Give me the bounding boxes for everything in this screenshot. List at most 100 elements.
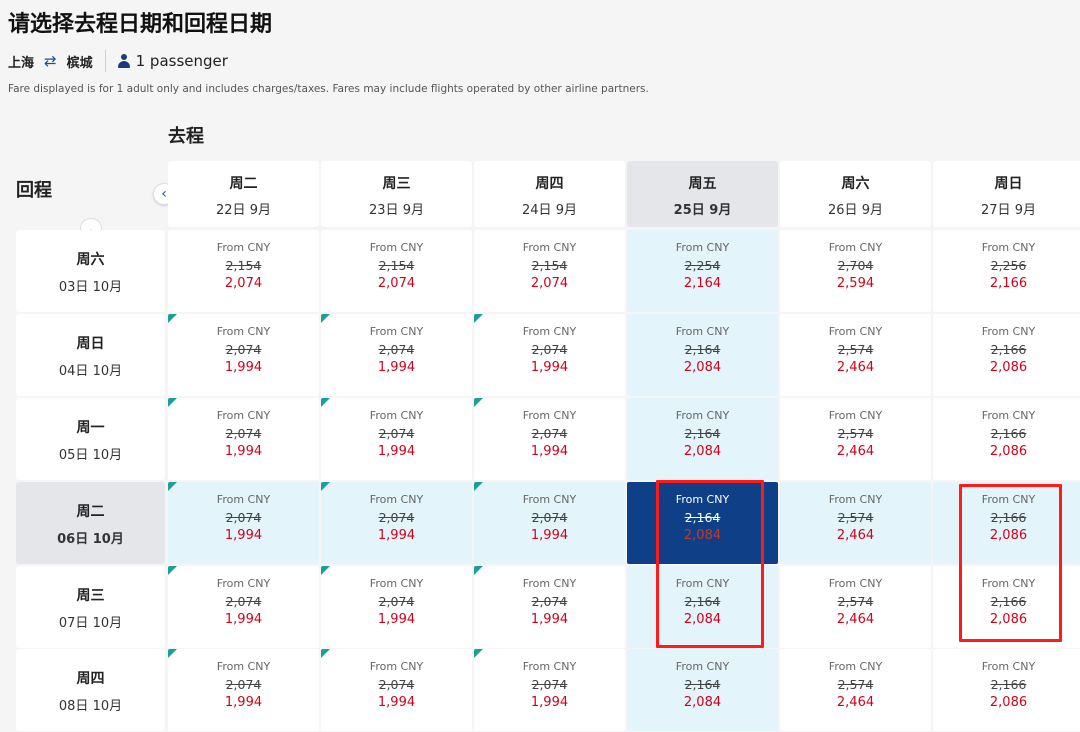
fare-cell[interactable]: From CNY 2,574 2,464	[780, 649, 931, 731]
fare-cell[interactable]: From CNY 2,574 2,464	[780, 566, 931, 648]
return-date-header[interactable]: 周六 03日 10月	[16, 230, 165, 312]
fare-cell[interactable]: From CNY 2,154 2,074	[168, 230, 319, 312]
promo-corner-icon	[474, 482, 483, 491]
outbound-date-header[interactable]: 周四 24日 9月	[474, 161, 625, 227]
fare-prefix: From CNY	[675, 241, 730, 254]
fare-prefix: From CNY	[216, 577, 271, 590]
discount-price: 1,994	[224, 695, 263, 710]
discount-price: 1,994	[377, 612, 416, 627]
discount-price: 2,084	[683, 444, 722, 459]
fare-cell[interactable]: From CNY 2,074 1,994	[321, 482, 472, 564]
return-date-header[interactable]: 周三 07日 10月	[16, 566, 165, 648]
promo-corner-icon	[321, 566, 330, 575]
fare-cell[interactable]: From CNY 2,164 2,084	[627, 398, 778, 480]
fare-prefix: From CNY	[369, 409, 424, 422]
promo-corner-icon	[321, 649, 330, 658]
discount-price: 1,994	[530, 528, 569, 543]
fare-cell[interactable]: From CNY 2,574 2,464	[780, 398, 931, 480]
original-price: 2,154	[225, 258, 262, 273]
discount-price: 1,994	[224, 612, 263, 627]
fare-cell[interactable]: From CNY 2,256 2,166	[933, 230, 1080, 312]
fare-cell[interactable]: From CNY 2,164 2,084	[627, 314, 778, 396]
original-price: 2,074	[531, 594, 568, 609]
fare-cell[interactable]: From CNY 2,074 1,994	[168, 566, 319, 648]
fare-prefix: From CNY	[675, 409, 730, 422]
fare-cell[interactable]: From CNY 2,154 2,074	[321, 230, 472, 312]
outbound-date-header[interactable]: 周六 26日 9月	[780, 161, 931, 227]
passenger-count[interactable]: 1 passenger	[136, 52, 228, 70]
fare-cell[interactable]: From CNY 2,704 2,594	[780, 230, 931, 312]
fare-prefix: From CNY	[216, 493, 271, 506]
date: 23日 9月	[369, 203, 424, 218]
fare-cell[interactable]: From CNY 2,074 1,994	[168, 398, 319, 480]
original-price: 2,574	[837, 510, 874, 525]
weekday: 周日	[76, 336, 105, 352]
swap-icon[interactable]: ⇄	[44, 52, 57, 70]
fare-notice: Fare displayed is for 1 adult only and i…	[8, 83, 649, 95]
promo-corner-icon	[474, 314, 483, 323]
fare-cell[interactable]: From CNY 2,164 2,084	[627, 649, 778, 731]
date: 25日 9月	[673, 203, 732, 218]
outbound-date-header[interactable]: 周三 23日 9月	[321, 161, 472, 227]
fare-cell[interactable]: From CNY 2,166 2,086	[933, 398, 1080, 480]
weekday: 周一	[76, 420, 105, 436]
original-price: 2,074	[225, 510, 262, 525]
discount-price: 2,166	[989, 276, 1028, 291]
route-summary: 上海 ⇄ 槟城 1 passenger	[8, 50, 228, 72]
fare-prefix: From CNY	[981, 325, 1036, 338]
fare-prefix: From CNY	[675, 325, 730, 338]
return-date-header[interactable]: 周四 08日 10月	[16, 649, 165, 731]
fare-prefix: From CNY	[981, 660, 1036, 673]
fare-cell[interactable]: From CNY 2,254 2,164	[627, 230, 778, 312]
date: 24日 9月	[522, 203, 577, 218]
fare-cell[interactable]: From CNY 2,074 1,994	[474, 314, 625, 396]
outbound-date-header[interactable]: 周二 22日 9月	[168, 161, 319, 227]
fare-prefix: From CNY	[522, 660, 577, 673]
fare-cell[interactable]: From CNY 2,166 2,086	[933, 314, 1080, 396]
page-title: 请选择去程日期和回程日期	[8, 12, 273, 37]
date: 07日 10月	[58, 616, 123, 631]
return-date-header[interactable]: 周二 06日 10月	[16, 482, 165, 564]
original-price: 2,574	[837, 677, 874, 692]
fare-cell[interactable]: From CNY 2,166 2,086	[933, 649, 1080, 731]
weekday: 周四	[535, 176, 564, 192]
original-price: 2,154	[378, 258, 415, 273]
fare-cell[interactable]: From CNY 2,074 1,994	[474, 398, 625, 480]
fare-cell[interactable]: From CNY 2,074 1,994	[474, 482, 625, 564]
fare-cell[interactable]: From CNY 2,074 1,994	[474, 649, 625, 731]
fare-prefix: From CNY	[369, 241, 424, 254]
original-price: 2,164	[684, 677, 721, 692]
outbound-date-header[interactable]: 周日 27日 9月	[933, 161, 1080, 227]
fare-cell[interactable]: From CNY 2,074 1,994	[321, 566, 472, 648]
fare-cell[interactable]: From CNY 2,074 1,994	[321, 314, 472, 396]
discount-price: 1,994	[530, 695, 569, 710]
fare-prefix: From CNY	[216, 325, 271, 338]
original-price: 2,574	[837, 594, 874, 609]
fare-prefix: From CNY	[828, 577, 883, 590]
discount-price: 2,464	[836, 444, 875, 459]
fare-prefix: From CNY	[522, 409, 577, 422]
outbound-date-header[interactable]: 周五 25日 9月	[627, 161, 778, 227]
fare-prefix: From CNY	[828, 409, 883, 422]
return-date-header[interactable]: 周日 04日 10月	[16, 314, 165, 396]
fare-prefix: From CNY	[828, 660, 883, 673]
fare-cell[interactable]: From CNY 2,074 1,994	[168, 649, 319, 731]
fare-cell[interactable]: From CNY 2,074 1,994	[168, 482, 319, 564]
fare-prefix: From CNY	[216, 409, 271, 422]
weekday: 周六	[841, 176, 870, 192]
fare-cell[interactable]: From CNY 2,574 2,464	[780, 314, 931, 396]
date: 05日 10月	[58, 448, 123, 463]
date: 26日 9月	[828, 203, 883, 218]
fare-prefix: From CNY	[216, 660, 271, 673]
original-price: 2,164	[684, 342, 721, 357]
original-price: 2,166	[990, 677, 1027, 692]
promo-corner-icon	[474, 649, 483, 658]
fare-cell[interactable]: From CNY 2,074 1,994	[168, 314, 319, 396]
fare-cell[interactable]: From CNY 2,074 1,994	[474, 566, 625, 648]
fare-cell[interactable]: From CNY 2,074 1,994	[321, 649, 472, 731]
discount-price: 1,994	[530, 444, 569, 459]
fare-cell[interactable]: From CNY 2,074 1,994	[321, 398, 472, 480]
fare-cell[interactable]: From CNY 2,574 2,464	[780, 482, 931, 564]
return-date-header[interactable]: 周一 05日 10月	[16, 398, 165, 480]
fare-cell[interactable]: From CNY 2,154 2,074	[474, 230, 625, 312]
